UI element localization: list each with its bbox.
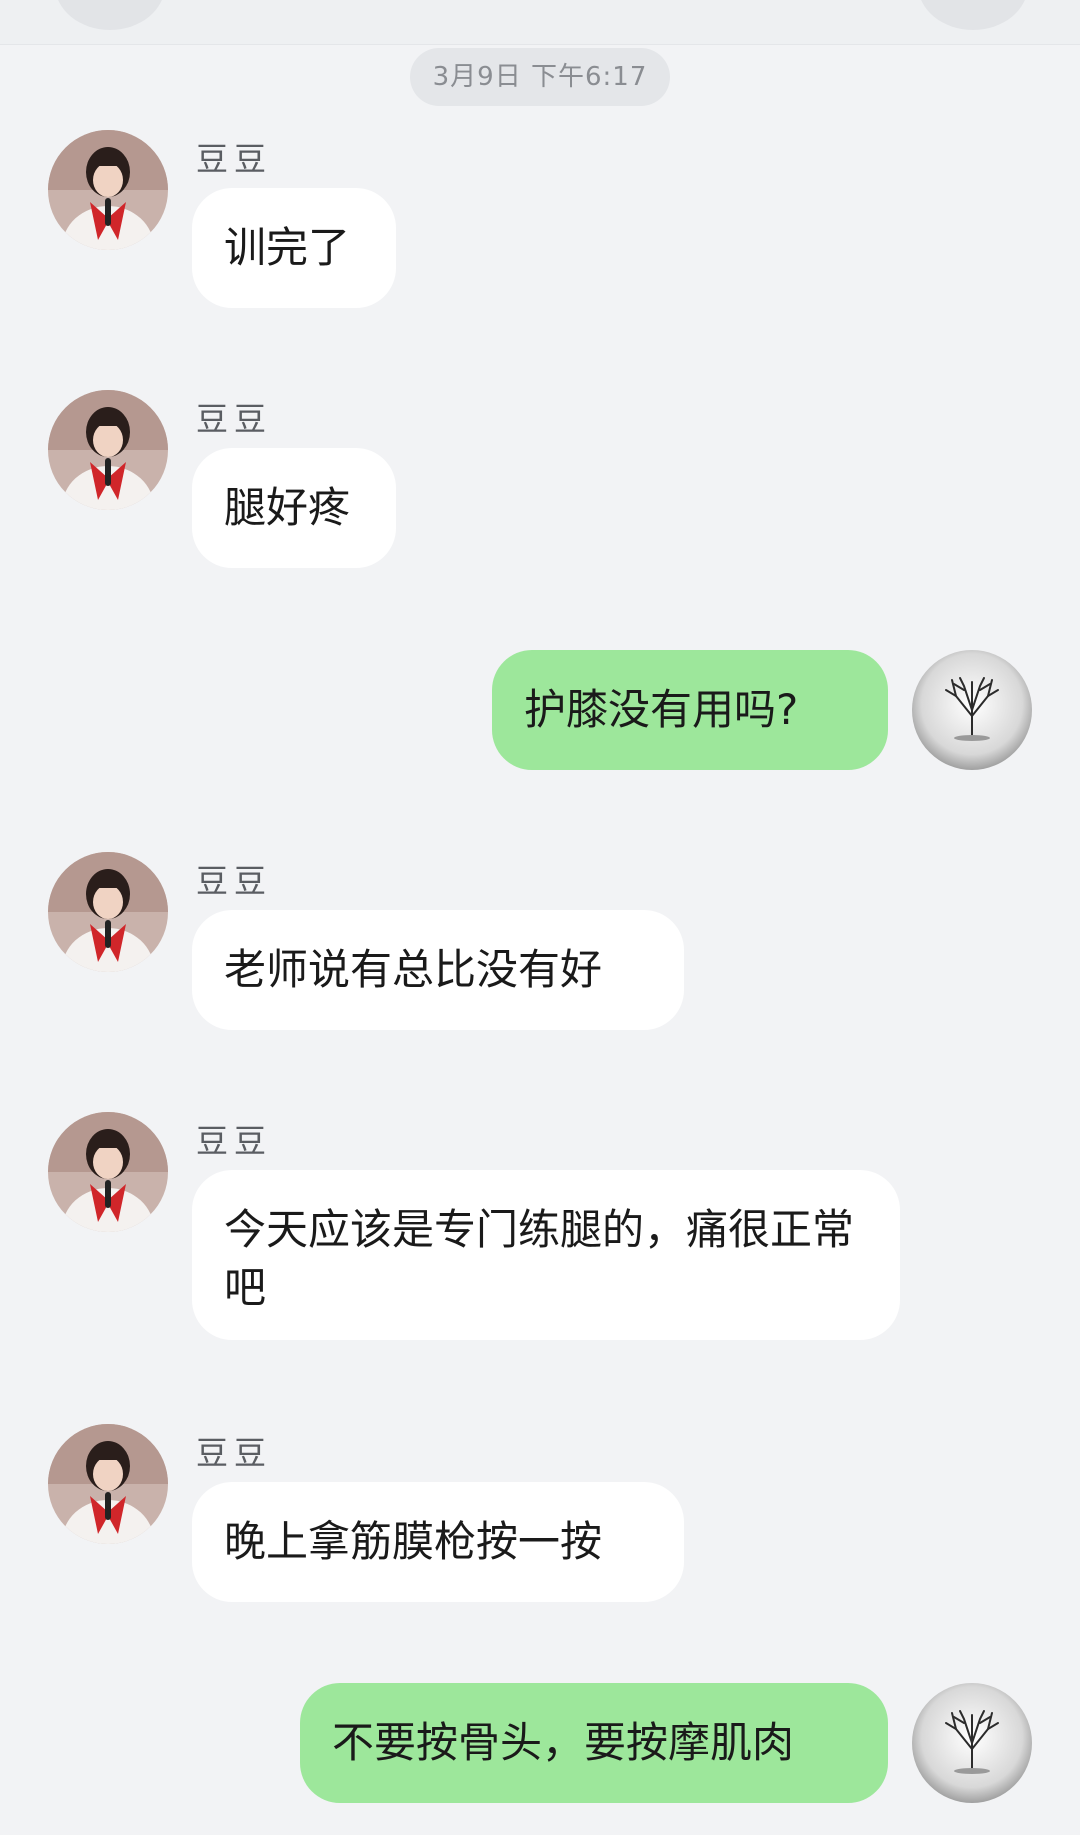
message-bubble[interactable]: 老师说有总比没有好 [192,910,684,1030]
girl-portrait-icon [48,1112,168,1232]
top-left-button[interactable] [55,0,165,30]
message-bubble[interactable]: 晚上拿筋膜枪按一按 [192,1482,684,1602]
girl-portrait-icon [48,1424,168,1544]
message-bubble[interactable]: 今天应该是专门练腿的，痛很正常吧 [192,1170,900,1340]
bare-tree-icon [912,650,1032,770]
message-bubble[interactable]: 不要按骨头，要按摩肌肉 [300,1683,888,1803]
self-avatar[interactable] [912,650,1032,770]
top-bar [0,0,1080,45]
contact-avatar[interactable] [48,852,168,972]
sender-name: 豆豆 [196,862,273,900]
message-bubble[interactable]: 护膝没有用吗? [492,650,888,770]
contact-avatar[interactable] [48,1424,168,1544]
sender-name: 豆豆 [196,400,273,438]
contact-avatar[interactable] [48,130,168,250]
girl-portrait-icon [48,852,168,972]
self-avatar[interactable] [912,1683,1032,1803]
contact-avatar[interactable] [48,1112,168,1232]
message-bubble[interactable]: 训完了 [192,188,396,308]
sender-name: 豆豆 [196,1122,273,1160]
bare-tree-icon [912,1683,1032,1803]
message-bubble[interactable]: 腿好疼 [192,448,396,568]
sender-name: 豆豆 [196,1434,273,1472]
sender-name: 豆豆 [196,140,273,178]
girl-portrait-icon [48,130,168,250]
timestamp-pill: 3月9日 下午6:17 [410,48,670,106]
contact-avatar[interactable] [48,390,168,510]
girl-portrait-icon [48,390,168,510]
top-right-button[interactable] [918,0,1028,30]
